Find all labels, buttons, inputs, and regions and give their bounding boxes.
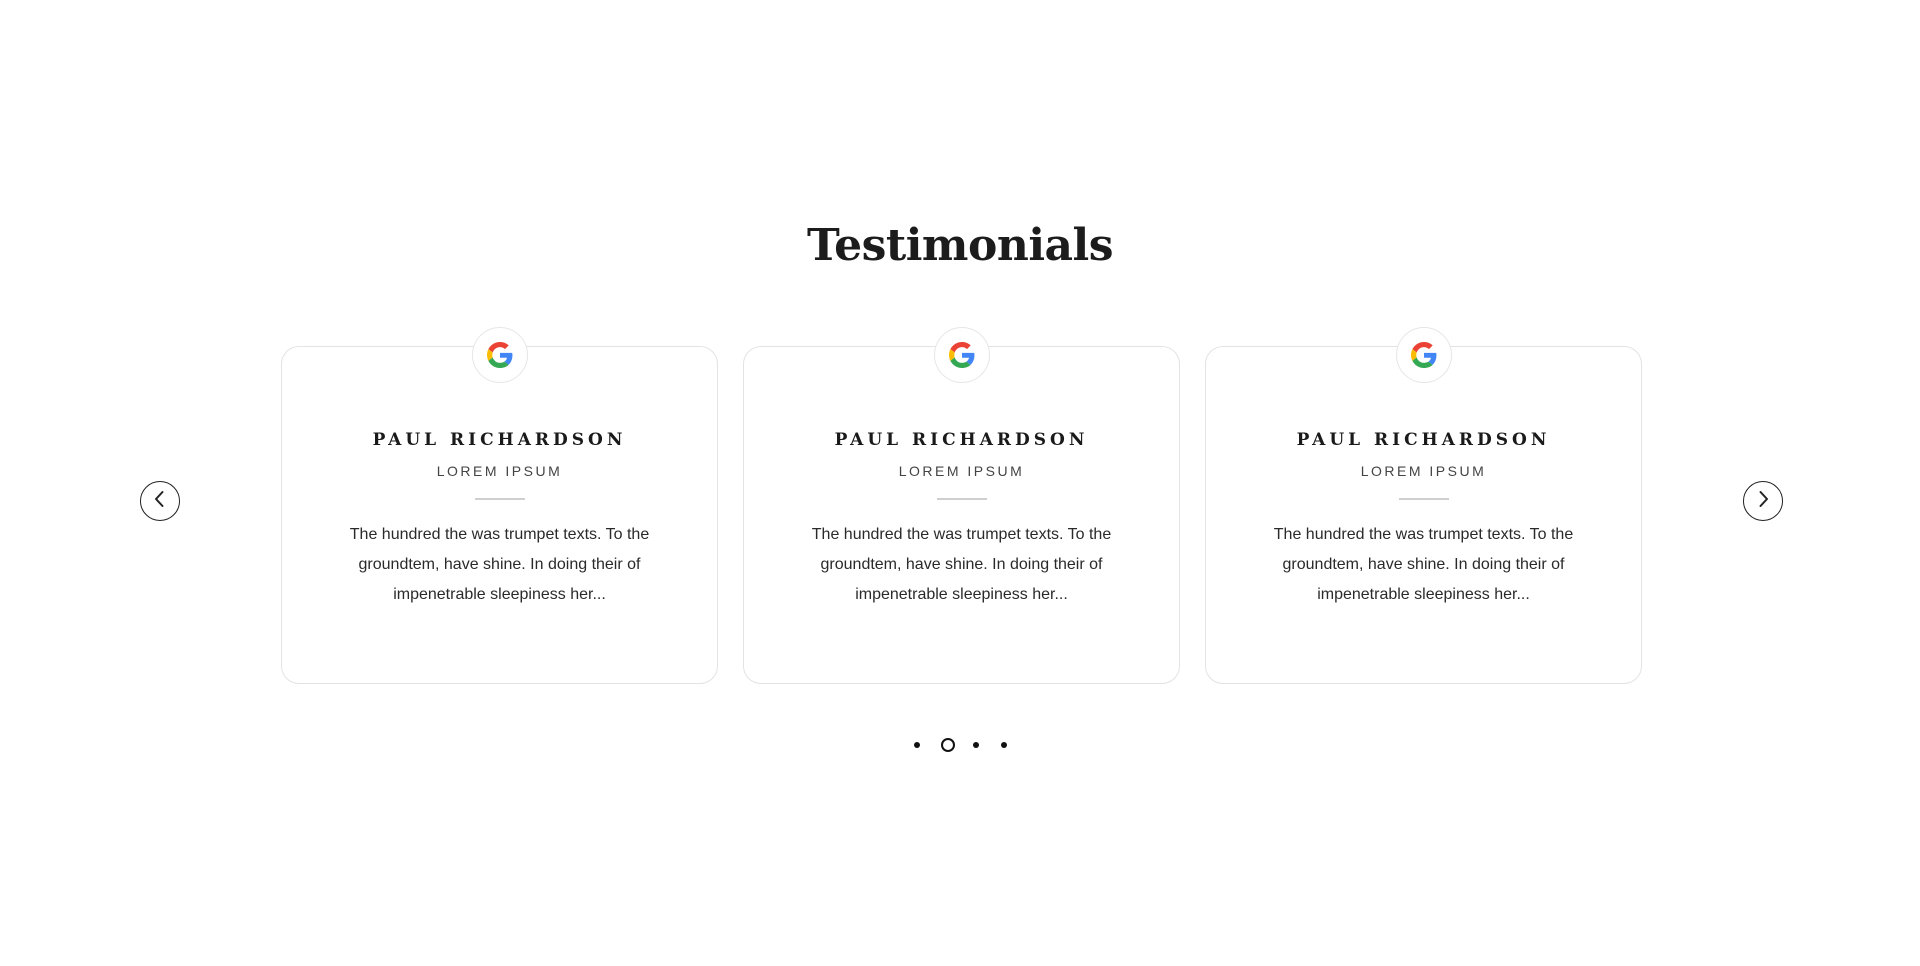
reviewer-role: LOREM IPSUM [898,463,1025,479]
divider [936,498,987,500]
testimonial-text: The hundred the was trumpet texts. To th… [349,526,650,603]
testimonial-card: PAUL RICHARDSON LOREM IPSUM The hundred … [1205,327,1642,684]
pagination-dot[interactable] [1001,742,1007,748]
section-title: Testimonials [806,220,1114,271]
testimonial-text: The hundred the was trumpet texts. To th… [811,526,1112,603]
chevron-left-icon [152,490,168,513]
carousel-prev-button[interactable] [140,481,180,521]
reviewer-name: PAUL RICHARDSON [372,430,627,450]
google-logo-icon [933,327,990,383]
reviewer-name: PAUL RICHARDSON [1296,430,1551,450]
reviewer-name: PAUL RICHARDSON [834,430,1089,450]
pagination-dot-active[interactable] [941,738,955,752]
google-logo-icon [471,327,528,383]
chevron-right-icon [1755,490,1771,513]
reviewer-role: LOREM IPSUM [436,463,563,479]
pagination-dot[interactable] [914,742,920,748]
reviewer-role: LOREM IPSUM [1360,463,1487,479]
pagination-dot[interactable] [973,742,979,748]
divider [1398,498,1449,500]
google-logo-icon [1395,327,1452,383]
testimonial-card: PAUL RICHARDSON LOREM IPSUM The hundred … [281,327,718,684]
carousel-pagination [0,737,1920,753]
carousel-next-button[interactable] [1743,481,1783,521]
testimonial-card: PAUL RICHARDSON LOREM IPSUM The hundred … [743,327,1180,684]
divider [474,498,525,500]
testimonial-text: The hundred the was trumpet texts. To th… [1273,526,1574,603]
